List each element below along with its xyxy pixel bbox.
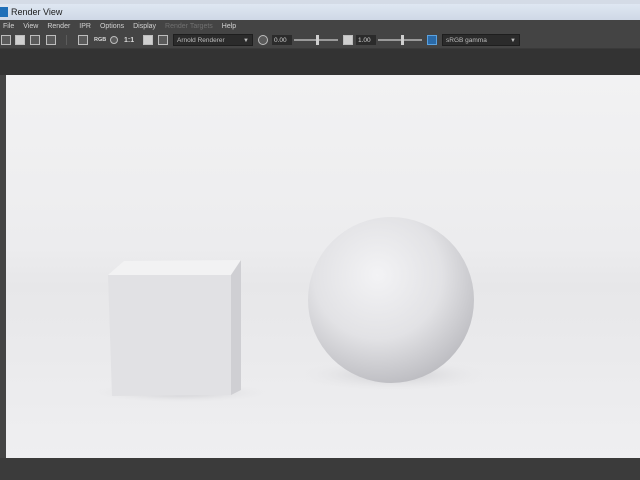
exposure-icon — [258, 35, 268, 45]
cube-front-face — [108, 275, 231, 396]
exposure-slider-handle[interactable] — [316, 35, 319, 45]
window-title: Render View — [11, 7, 63, 17]
alpha-channel-icon — [110, 36, 118, 44]
chevron-down-icon: ▼ — [243, 38, 249, 44]
view-transform-toggle[interactable] — [427, 34, 437, 46]
menu-ipr[interactable]: IPR — [79, 23, 91, 30]
open-image-icon — [30, 35, 40, 45]
render-image-viewport[interactable] — [6, 75, 640, 458]
menu-view[interactable]: View — [23, 23, 38, 30]
real-size-button[interactable]: 1:1 — [124, 34, 134, 46]
color-space-value: sRGB gamma — [446, 36, 487, 44]
render-frame-button[interactable] — [1, 34, 11, 46]
cube-top-face — [108, 260, 241, 275]
toolbar-separator — [66, 35, 67, 45]
chevron-down-icon: ▼ — [510, 38, 516, 44]
cube-side-face — [231, 260, 241, 395]
rendered-scene — [6, 75, 640, 458]
menu-options[interactable]: Options — [100, 23, 124, 30]
sphere — [308, 217, 474, 383]
real-size-label: 1:1 — [124, 36, 135, 44]
gamma-reset-button[interactable] — [343, 34, 353, 46]
exposure-field[interactable]: 0.00 — [272, 35, 292, 45]
menu-help[interactable]: Help — [222, 23, 236, 30]
render-region-icon — [15, 35, 25, 45]
display-settings-icon — [143, 35, 153, 45]
renderer-dropdown[interactable]: Arnold Renderer ▼ — [173, 34, 253, 46]
view-transform-icon — [427, 35, 437, 45]
keep-image-button[interactable] — [78, 34, 88, 46]
snapshot-icon — [46, 35, 56, 45]
bottom-panel — [0, 458, 640, 480]
title-bar: Render View — [0, 4, 640, 20]
gamma-slider[interactable] — [378, 39, 422, 41]
exposure-reset-button[interactable] — [258, 34, 268, 46]
menu-display[interactable]: Display — [133, 23, 156, 30]
maya-app-icon — [0, 7, 8, 17]
panel-gap — [0, 49, 640, 75]
renderer-value: Arnold Renderer — [177, 36, 225, 44]
color-space-dropdown[interactable]: sRGB gamma ▼ — [442, 34, 520, 46]
open-image-button[interactable] — [30, 34, 40, 46]
menu-render-targets: Render Targets — [165, 22, 213, 30]
alpha-channel-button[interactable] — [110, 34, 118, 46]
render-region-button[interactable] — [15, 34, 25, 46]
histogram-button[interactable] — [158, 34, 168, 46]
snapshot-button[interactable] — [46, 34, 56, 46]
keep-image-icon — [78, 35, 88, 45]
render-frame-icon — [1, 35, 11, 45]
gamma-field[interactable]: 1.00 — [356, 35, 376, 45]
gamma-slider-handle[interactable] — [401, 35, 404, 45]
gamma-icon — [343, 35, 353, 45]
histogram-icon — [158, 35, 168, 45]
rgb-label: RGB — [94, 37, 107, 43]
toolbar: RGB 1:1 Arnold Renderer ▼ 0.00 1.00 sRGB… — [0, 32, 640, 49]
menu-bar: File View Render IPR Options Display Ren… — [0, 20, 640, 32]
display-settings-button[interactable] — [143, 34, 153, 46]
menu-file[interactable]: File — [3, 23, 14, 30]
rgb-channel-button[interactable]: RGB — [94, 34, 106, 46]
menu-render[interactable]: Render — [47, 23, 70, 30]
